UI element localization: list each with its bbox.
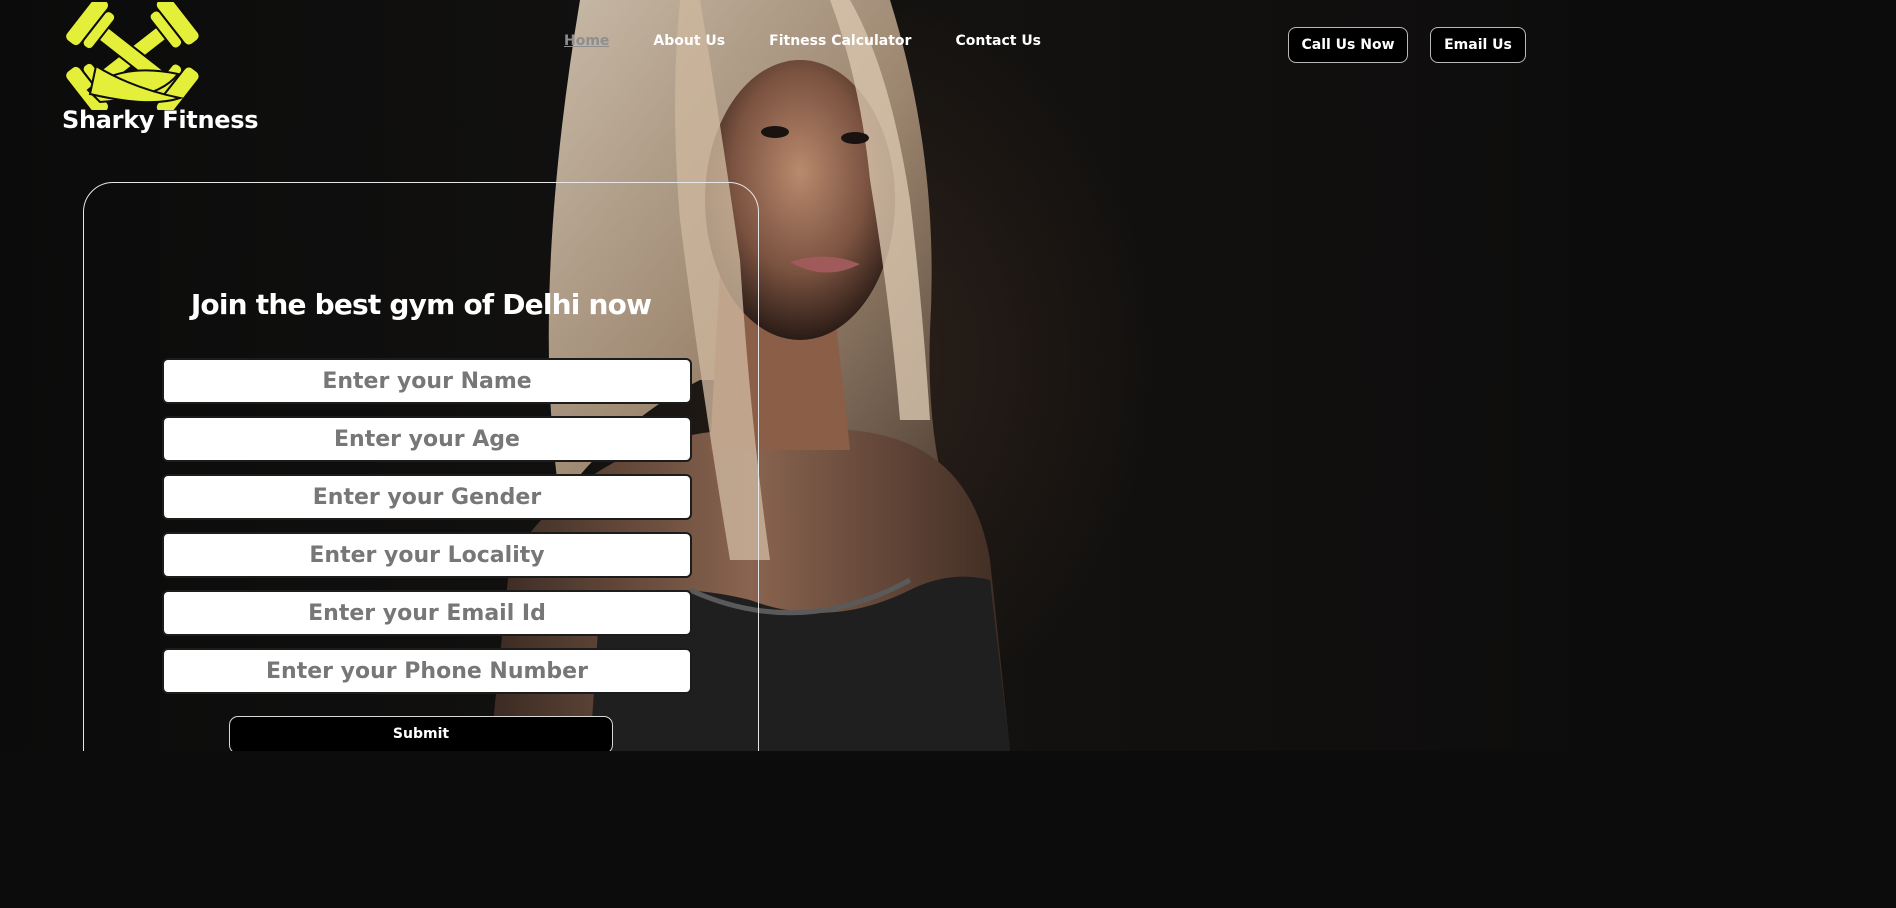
nav-link-fitness-calculator[interactable]: Fitness Calculator: [769, 33, 911, 49]
nav-link-contact-us[interactable]: Contact Us: [955, 33, 1041, 49]
brand-logo[interactable]: Sharky Fitness: [60, 2, 259, 142]
brand-name: Sharky Fitness: [62, 106, 259, 134]
form-title: Join the best gym of Delhi now: [190, 288, 652, 321]
crossed-dumbbells-icon: [64, 2, 201, 110]
landing-page: Sharky Fitness Home About Us Fitness Cal…: [0, 0, 1568, 751]
call-us-now-button[interactable]: Call Us Now: [1288, 27, 1408, 63]
email-us-button[interactable]: Email Us: [1430, 27, 1526, 63]
age-field[interactable]: [162, 416, 692, 462]
email-field[interactable]: [162, 590, 692, 636]
phone-field[interactable]: [162, 648, 692, 694]
gender-field[interactable]: [162, 474, 692, 520]
locality-field[interactable]: [162, 532, 692, 578]
nav-link-home[interactable]: Home: [564, 33, 609, 49]
name-field[interactable]: [162, 358, 692, 404]
submit-button[interactable]: Submit: [229, 716, 613, 751]
main-nav: Home About Us Fitness Calculator Contact…: [564, 33, 1085, 49]
nav-link-about-us[interactable]: About Us: [653, 33, 725, 49]
